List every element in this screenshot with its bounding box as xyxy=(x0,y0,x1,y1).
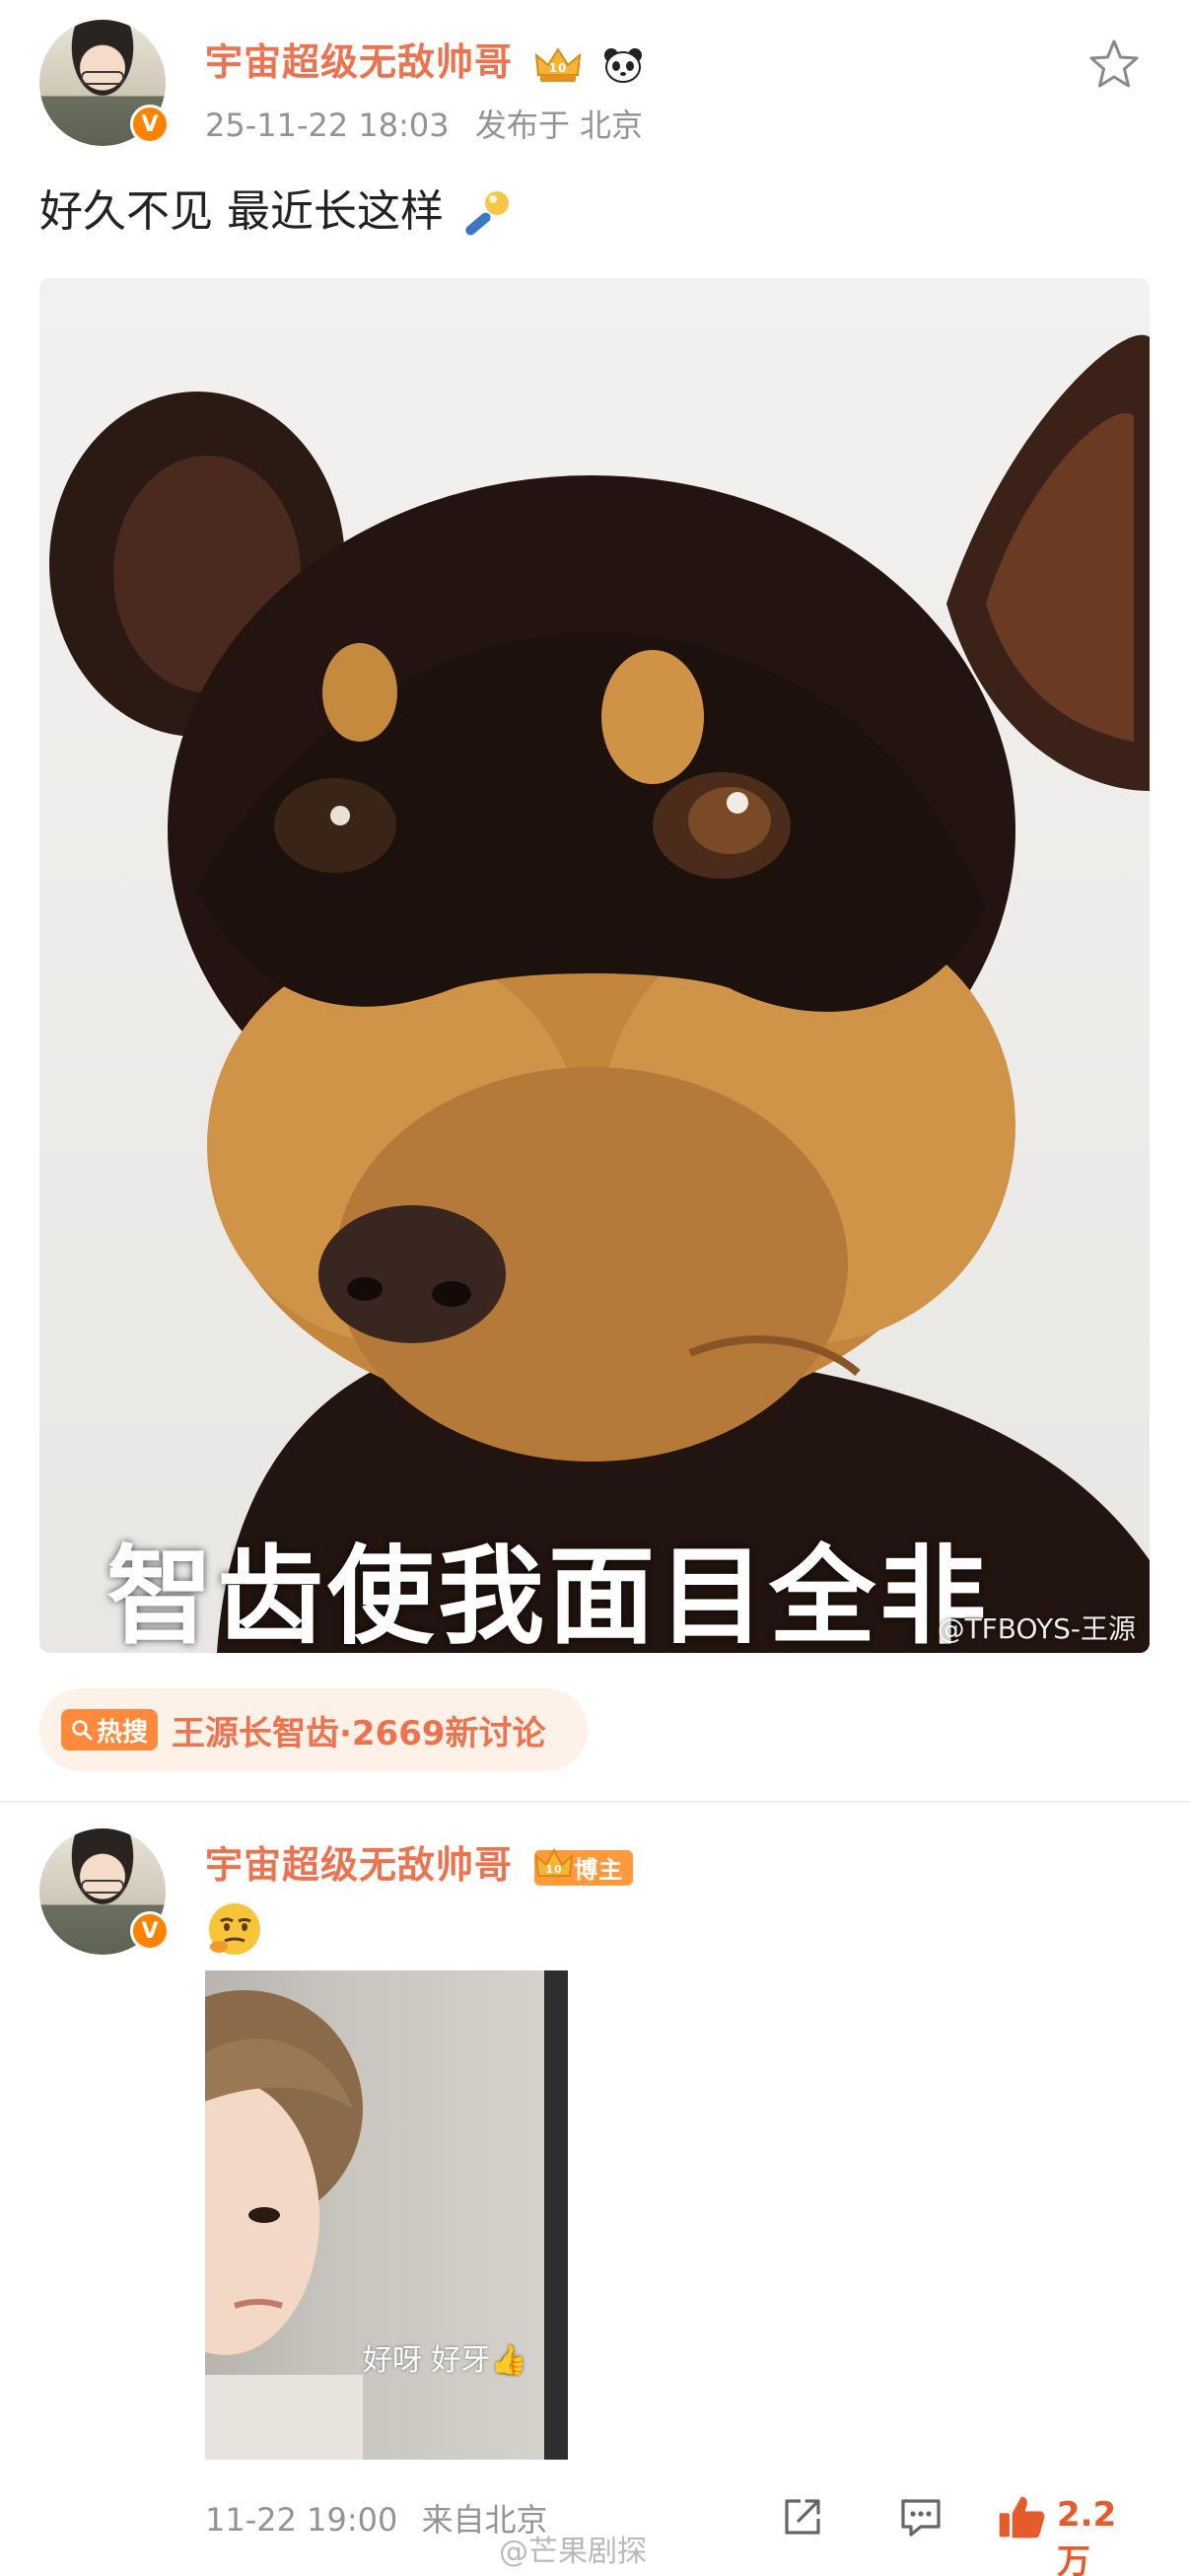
hot-search-pill: 热搜 xyxy=(61,1709,159,1751)
post-image[interactable]: 智齿使我面目全非 @TFBOYS-王源 xyxy=(39,278,1150,1653)
commenter-name-text[interactable]: 宇宙超级无敌帅哥 xyxy=(205,1843,513,1887)
selfie-photo xyxy=(205,1970,568,2460)
dog-photo xyxy=(49,334,1150,1653)
image-watermark: @TFBOYS-王源 xyxy=(937,1612,1136,1645)
avatar-glasses xyxy=(81,1880,124,1894)
panda-badge-icon xyxy=(604,47,643,83)
star-outline-icon[interactable] xyxy=(1084,36,1144,95)
comment-meta: 11-22 19:00 来自北京 xyxy=(205,2495,548,2540)
blogger-badge-label: 博主 xyxy=(574,1856,624,1884)
comment-footer: 11-22 19:00 来自北京 2.2万 xyxy=(205,2487,1150,2576)
comment-photo[interactable]: 好呀 好牙👍 xyxy=(205,1970,568,2460)
svg-text:10: 10 xyxy=(546,1863,563,1876)
blogger-badge: 10 博主 xyxy=(534,1847,634,1886)
verified-v-icon: V xyxy=(130,1911,170,1951)
thinking-emoji-icon xyxy=(209,1903,260,1955)
verified-v-icon: V xyxy=(130,105,170,144)
footer-watermark: @芒果剧探 xyxy=(499,2535,647,2569)
post-meta: 25-11-22 18:03 发布于 北京 xyxy=(205,101,659,146)
thumbs-up-icon[interactable] xyxy=(994,2491,1049,2542)
post-text-content: 好久不见 最近长这样 xyxy=(39,186,444,237)
post-text: 好久不见 最近长这样 xyxy=(39,176,515,243)
hot-search-pill-label: 热搜 xyxy=(97,1717,149,1748)
crown-badge-icon: 10 xyxy=(534,1847,574,1877)
avatar-glasses xyxy=(81,71,124,85)
section-divider xyxy=(0,1801,1189,1803)
dog-right-brow xyxy=(601,650,704,784)
share-icon[interactable] xyxy=(777,2491,828,2542)
toothbrush-emoji-icon xyxy=(465,191,509,236)
like-count: 2.2万 xyxy=(1057,2495,1117,2576)
author-name[interactable]: 宇宙超级无敌帅哥 10 xyxy=(205,32,645,86)
dog-nose xyxy=(318,1205,506,1343)
author-name-text[interactable]: 宇宙超级无敌帅哥 xyxy=(205,40,513,84)
comment-item: V 宇宙超级无敌帅哥 10 博主 好呀 好牙👍 11-22 19:00 来自北京… xyxy=(39,1828,1150,2576)
crown-badge-icon: 10 xyxy=(535,46,582,82)
svg-text:10: 10 xyxy=(549,61,568,75)
commenter-name[interactable]: 宇宙超级无敌帅哥 10 博主 xyxy=(205,1834,634,1889)
image-caption: 智齿使我面目全非 xyxy=(106,1536,991,1653)
dog-left-brow xyxy=(322,643,397,742)
post-header: V 宇宙超级无敌帅哥 10 25-11-22 18:03 发布于 北京 xyxy=(39,20,1150,148)
comment-icon[interactable] xyxy=(895,2491,946,2542)
post-timestamp: 25-11-22 18:03 xyxy=(205,107,450,144)
hot-topic-tag[interactable]: 热搜 王源长智齿·2669新讨论 xyxy=(39,1688,588,1771)
dog-left-eye xyxy=(274,778,396,873)
post-location: 发布于 北京 xyxy=(474,107,643,144)
search-icon xyxy=(72,1720,93,1741)
photo-caption: 好呀 好牙👍 xyxy=(363,2343,527,2378)
hot-topic-text[interactable]: 王源长智齿·2669新讨论 xyxy=(172,1706,546,1754)
comment-time: 11-22 19:00 xyxy=(205,2501,398,2539)
